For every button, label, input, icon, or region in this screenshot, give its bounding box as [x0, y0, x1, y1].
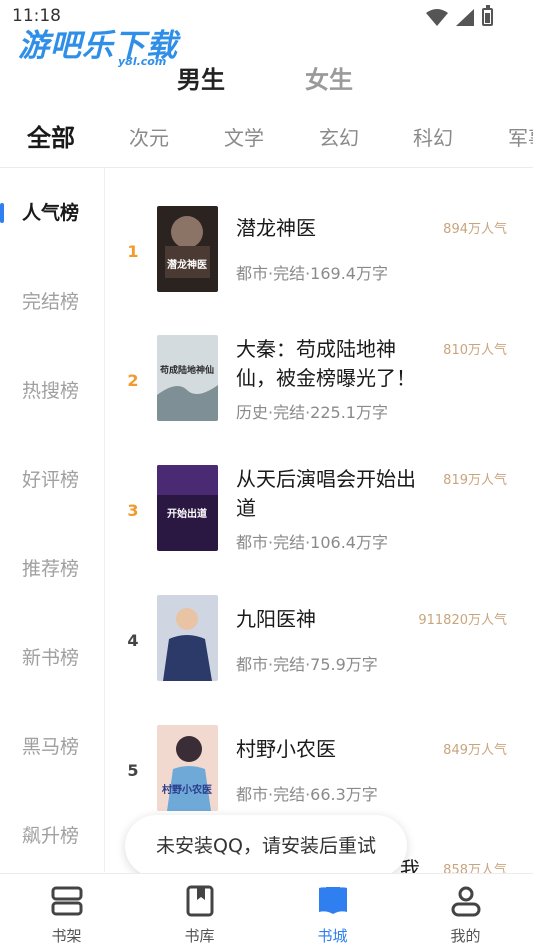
signal-icon [456, 8, 474, 26]
book-title: 从天后演唱会开始出道 [236, 467, 416, 520]
book-meta: 历史·完结·225.1万字 [236, 403, 388, 422]
bottom-nav: 书架 书库 书城 我的 [0, 873, 533, 948]
book-cover [157, 595, 218, 681]
book-title: 大秦：苟成陆地神仙，被金榜曝光了！ [236, 337, 416, 390]
tab-male[interactable]: 男生 [177, 60, 225, 95]
book-popularity: 894万人气 [443, 222, 507, 237]
book-meta: 都市·完结·75.9万字 [236, 655, 378, 674]
sidebar-item-label: 推荐榜 [22, 558, 80, 580]
nav-bookstore[interactable]: 书城 [266, 874, 399, 948]
gender-tabs: 男生 女生 [0, 60, 533, 100]
cover-title: 村野小农医 [162, 783, 212, 796]
book-title: 我 [400, 857, 420, 873]
sidebar-item-label: 黑马榜 [22, 736, 80, 758]
sidebar-item-rising[interactable]: 飙升榜 [0, 816, 105, 856]
library-icon [186, 885, 213, 917]
wifi-icon [426, 8, 448, 26]
book-item[interactable]: 4 九阳医神 都市·完结·75.9万字 911820万人气 [105, 595, 533, 695]
nav-library[interactable]: 书库 [133, 874, 266, 948]
active-indicator [0, 203, 4, 223]
nav-profile[interactable]: 我的 [399, 874, 532, 948]
nav-label: 我的 [450, 927, 481, 945]
bookstore-icon [318, 887, 347, 914]
nav-label: 书架 [51, 927, 82, 945]
book-item[interactable]: 3 开始出道 从天后演唱会开始出道 都市·完结·106.4万字 819万人气 [105, 465, 533, 565]
nav-bookshelf[interactable]: 书架 [0, 874, 133, 948]
category-tab-military[interactable]: 军事 [508, 122, 533, 151]
book-title: 九阳医神 [236, 607, 316, 631]
category-tab-ciyuan[interactable]: 次元 [129, 122, 169, 151]
sidebar-item-label: 新书榜 [22, 647, 80, 669]
category-tabs: 全部 次元 文学 玄幻 科幻 军事 [0, 118, 533, 154]
book-cover: 苟成陆地神仙 [157, 335, 218, 421]
rank-number: 4 [127, 631, 139, 650]
rank-number: 5 [127, 761, 139, 780]
book-meta: 都市·完结·106.4万字 [236, 533, 388, 552]
nav-label: 书库 [184, 927, 215, 945]
category-tab-literature[interactable]: 文学 [224, 122, 264, 151]
cover-title: 苟成陆地神仙 [159, 364, 214, 376]
sidebar-item-dark-horse[interactable]: 黑马榜 [0, 727, 105, 767]
tab-female[interactable]: 女生 [305, 60, 353, 95]
cover-title: 潜龙神医 [167, 258, 207, 271]
category-tab-scifi[interactable]: 科幻 [413, 122, 453, 151]
rank-number: 3 [127, 501, 139, 520]
book-cover: 开始出道 [157, 465, 218, 551]
book-popularity: 819万人气 [443, 473, 507, 488]
ranking-sidebar: 人气榜 完结榜 热搜榜 好评榜 推荐榜 新书榜 黑马榜 飙升榜 [0, 168, 105, 872]
book-item[interactable]: 1 潜龙神医 潜龙神医 都市·完结·169.4万字 894万人气 [105, 206, 533, 306]
book-cover: 村野小农医 [157, 725, 218, 811]
sidebar-item-hot-search[interactable]: 热搜榜 [0, 371, 105, 411]
sidebar-item-label: 热搜榜 [22, 380, 80, 402]
book-popularity: 911820万人气 [418, 613, 507, 628]
book-meta: 都市·完结·66.3万字 [236, 785, 378, 804]
sidebar-item-label: 人气榜 [22, 202, 80, 224]
nav-label: 书城 [317, 927, 348, 945]
toast-message: 未安装QQ，请安装后重试 [125, 815, 407, 877]
category-tab-all[interactable]: 全部 [27, 118, 75, 153]
bookshelf-icon [51, 886, 82, 916]
sidebar-item-popular[interactable]: 人气榜 [0, 193, 105, 233]
book-popularity: 849万人气 [443, 743, 507, 758]
book-item[interactable]: 5 村野小农医 村野小农医 都市·完结·66.3万字 849万人气 [105, 725, 533, 825]
battery-icon [482, 5, 493, 26]
book-title: 村野小农医 [236, 737, 336, 761]
book-popularity: 810万人气 [443, 343, 507, 358]
sidebar-item-label: 飙升榜 [22, 825, 80, 847]
sidebar-item-label: 好评榜 [22, 469, 80, 491]
profile-icon [451, 886, 480, 917]
status-icons [426, 5, 493, 26]
rank-number: 1 [127, 242, 139, 261]
category-tab-xuanhuan[interactable]: 玄幻 [319, 122, 359, 151]
cover-title: 开始出道 [167, 507, 207, 520]
sidebar-item-top-rated[interactable]: 好评榜 [0, 460, 105, 500]
sidebar-item-completed[interactable]: 完结榜 [0, 282, 105, 322]
book-cover: 潜龙神医 [157, 206, 218, 292]
book-meta: 都市·完结·169.4万字 [236, 264, 388, 283]
book-popularity: 858万人气 [443, 863, 507, 873]
sidebar-item-new-books[interactable]: 新书榜 [0, 638, 105, 678]
rank-number: 2 [127, 371, 139, 390]
sidebar-item-recommended[interactable]: 推荐榜 [0, 549, 105, 589]
book-title: 潜龙神医 [236, 216, 316, 240]
book-item[interactable]: 2 苟成陆地神仙 大秦：苟成陆地神仙，被金榜曝光了！ 历史·完结·225.1万字… [105, 335, 533, 435]
sidebar-item-label: 完结榜 [22, 291, 80, 313]
